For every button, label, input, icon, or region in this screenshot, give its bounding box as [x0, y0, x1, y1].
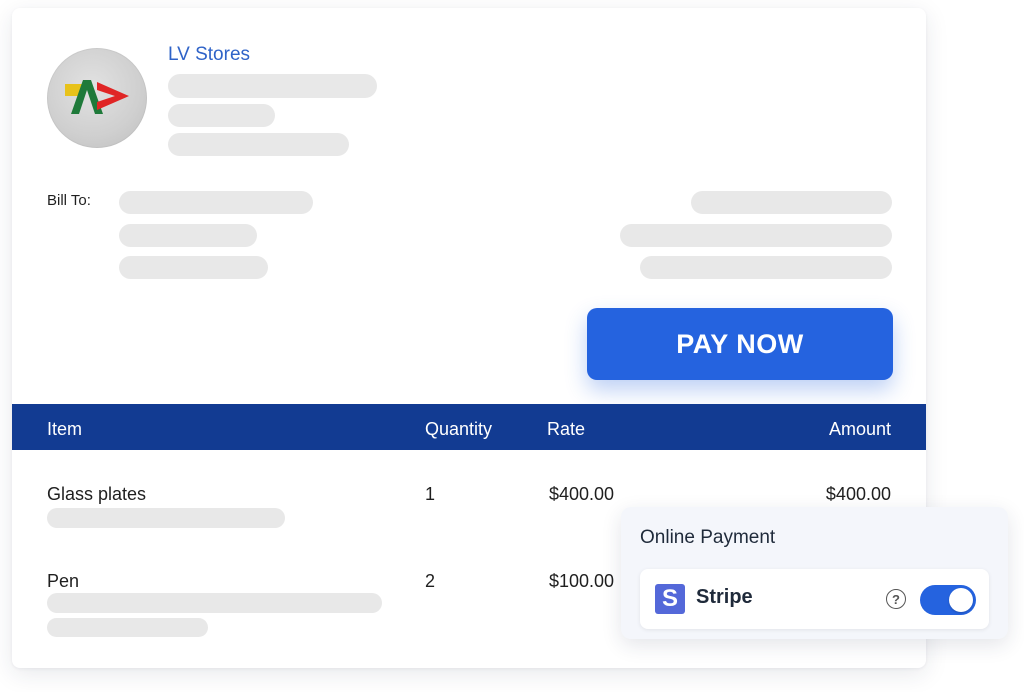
column-header-amount: Amount — [828, 419, 891, 439]
store-address-line-2 — [168, 104, 275, 127]
bill-to-line-2 — [119, 224, 257, 247]
invoice-meta-line-3 — [640, 256, 892, 279]
row-1-rate: $400.00 — [549, 484, 615, 504]
table-header: Item Quantity Rate Amount — [12, 404, 926, 450]
row-1-item: Glass plates — [47, 484, 147, 504]
online-payment-panel: Online Payment S Stripe ? — [621, 507, 1008, 639]
invoice-meta-line-1 — [691, 191, 892, 214]
stripe-label: Stripe — [696, 586, 753, 608]
online-payment-title: Online Payment — [640, 527, 776, 548]
store-address-line-1 — [168, 74, 377, 98]
pay-now-button[interactable]: PAY NOW — [587, 308, 893, 380]
invoice-meta-line-2 — [620, 224, 892, 247]
store-name[interactable]: LV Stores — [168, 44, 250, 66]
column-header-rate: Rate — [547, 419, 586, 439]
column-header-quantity: Quantity — [425, 419, 493, 439]
store-address-line-3 — [168, 133, 349, 156]
row-2-rate: $100.00 — [549, 571, 615, 591]
row-2-description-line-1 — [47, 593, 382, 613]
bill-to-line-3 — [119, 256, 268, 279]
row-1-amount: $400.00 — [825, 484, 891, 504]
stripe-logo-icon: S — [655, 584, 685, 614]
bill-to-label: Bill To: — [47, 192, 91, 209]
store-logo — [47, 48, 147, 148]
stripe-payment-option: S Stripe ? — [640, 569, 989, 629]
stripe-toggle[interactable] — [920, 585, 976, 615]
row-2-description-line-2 — [47, 618, 208, 637]
help-icon[interactable]: ? — [886, 589, 906, 609]
row-2-item: Pen — [47, 571, 80, 591]
lv-stores-logo-icon — [65, 80, 129, 114]
toggle-knob — [949, 588, 973, 612]
row-1-description — [47, 508, 285, 528]
bill-to-line-1 — [119, 191, 313, 214]
row-2-quantity: 2 — [425, 571, 436, 591]
column-header-item: Item — [47, 419, 83, 439]
row-1-quantity: 1 — [425, 484, 436, 504]
